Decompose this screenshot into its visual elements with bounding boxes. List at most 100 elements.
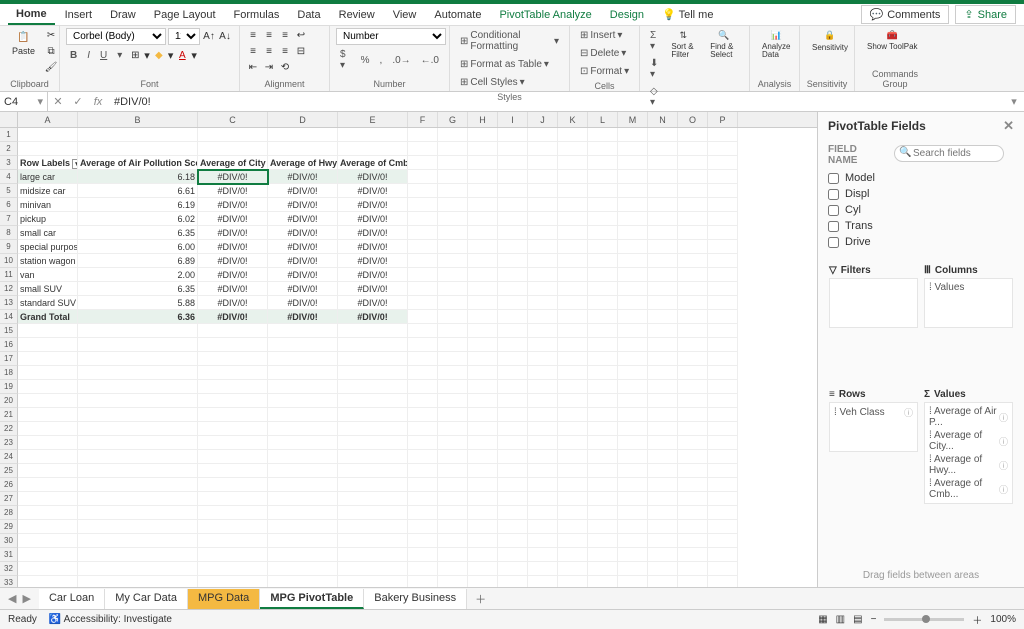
row-header[interactable]: 5 (0, 184, 18, 198)
cell[interactable] (558, 366, 588, 380)
cell[interactable]: #DIV/0! (198, 184, 268, 198)
cell[interactable] (678, 408, 708, 422)
cell[interactable] (648, 478, 678, 492)
cell[interactable]: small SUV (18, 282, 78, 296)
cell[interactable] (268, 352, 338, 366)
zoom-slider[interactable] (884, 618, 964, 621)
cell[interactable] (648, 142, 678, 156)
field-checkbox[interactable] (828, 173, 839, 184)
cell[interactable] (528, 576, 558, 587)
cell[interactable] (558, 338, 588, 352)
cell[interactable] (468, 464, 498, 478)
row-header[interactable]: 11 (0, 268, 18, 282)
row-header[interactable]: 6 (0, 198, 18, 212)
cell[interactable] (198, 562, 268, 576)
cell[interactable] (268, 464, 338, 478)
cell[interactable] (558, 282, 588, 296)
field-checkbox[interactable] (828, 221, 839, 232)
field-checkbox[interactable] (828, 237, 839, 248)
cell[interactable] (268, 492, 338, 506)
row-header[interactable]: 13 (0, 296, 18, 310)
cell[interactable] (78, 128, 198, 142)
cell[interactable] (18, 128, 78, 142)
cell[interactable] (648, 198, 678, 212)
cell[interactable] (498, 380, 528, 394)
cell[interactable] (678, 212, 708, 226)
cell[interactable] (558, 198, 588, 212)
cell[interactable] (708, 366, 738, 380)
cell[interactable] (438, 408, 468, 422)
cell[interactable] (708, 492, 738, 506)
cell[interactable] (438, 520, 468, 534)
cell[interactable] (618, 310, 648, 324)
row-header[interactable]: 22 (0, 422, 18, 436)
cell[interactable]: #DIV/0! (268, 310, 338, 324)
cell[interactable] (618, 324, 648, 338)
cell[interactable] (528, 170, 558, 184)
cell[interactable] (678, 170, 708, 184)
cell[interactable] (618, 478, 648, 492)
cell[interactable] (408, 352, 438, 366)
cell[interactable] (498, 212, 528, 226)
align-bot-icon[interactable]: ≡ (278, 28, 292, 42)
cell[interactable] (198, 520, 268, 534)
cell[interactable] (338, 142, 408, 156)
cell[interactable]: #DIV/0! (338, 268, 408, 282)
cell[interactable] (78, 464, 198, 478)
cell[interactable] (498, 254, 528, 268)
cell[interactable] (408, 464, 438, 478)
sheet-tab[interactable]: Bakery Business (364, 589, 467, 609)
cell[interactable] (438, 310, 468, 324)
cell[interactable] (618, 576, 648, 587)
cell[interactable] (408, 394, 438, 408)
cell[interactable]: #DIV/0! (338, 310, 408, 324)
spreadsheet-grid[interactable]: ABCDEFGHIJKLMNOP 123Row Labels▾Average o… (0, 112, 817, 587)
cell[interactable] (198, 324, 268, 338)
cell[interactable]: #DIV/0! (268, 254, 338, 268)
cell[interactable] (588, 450, 618, 464)
align-center-icon[interactable]: ≡ (262, 44, 276, 58)
cell[interactable] (588, 184, 618, 198)
row-header[interactable]: 29 (0, 520, 18, 534)
cell[interactable] (558, 450, 588, 464)
sheet-tab[interactable]: MPG PivotTable (260, 589, 364, 609)
cell[interactable] (18, 408, 78, 422)
cell[interactable] (588, 576, 618, 587)
cell[interactable] (558, 212, 588, 226)
cell[interactable] (438, 226, 468, 240)
cell[interactable] (408, 450, 438, 464)
cell[interactable] (468, 506, 498, 520)
row-header[interactable]: 16 (0, 338, 18, 352)
cell[interactable] (648, 156, 678, 170)
cell[interactable] (528, 408, 558, 422)
cell[interactable] (338, 562, 408, 576)
cell[interactable] (618, 450, 648, 464)
cell[interactable] (498, 436, 528, 450)
cell[interactable] (268, 408, 338, 422)
cell[interactable] (618, 492, 648, 506)
cell[interactable] (198, 464, 268, 478)
cell[interactable] (678, 338, 708, 352)
filters-drop-area[interactable] (829, 278, 918, 328)
cell[interactable] (408, 408, 438, 422)
autosum-icon[interactable]: Σ ▾ (646, 28, 662, 54)
cell[interactable] (708, 212, 738, 226)
cell[interactable] (558, 478, 588, 492)
cell[interactable] (338, 128, 408, 142)
cell[interactable] (468, 394, 498, 408)
cell[interactable] (268, 548, 338, 562)
cell[interactable] (78, 506, 198, 520)
cell[interactable] (78, 142, 198, 156)
cell[interactable] (708, 156, 738, 170)
cell[interactable] (558, 548, 588, 562)
cell[interactable] (198, 436, 268, 450)
cell[interactable] (648, 576, 678, 587)
cell[interactable] (558, 422, 588, 436)
cell[interactable] (338, 506, 408, 520)
name-box[interactable]: C4 ▾ (0, 92, 48, 111)
underline-button[interactable]: U (96, 48, 111, 63)
cell[interactable]: #DIV/0! (198, 282, 268, 296)
cell[interactable] (498, 338, 528, 352)
tab-insert[interactable]: Insert (57, 6, 101, 24)
cell[interactable] (648, 408, 678, 422)
